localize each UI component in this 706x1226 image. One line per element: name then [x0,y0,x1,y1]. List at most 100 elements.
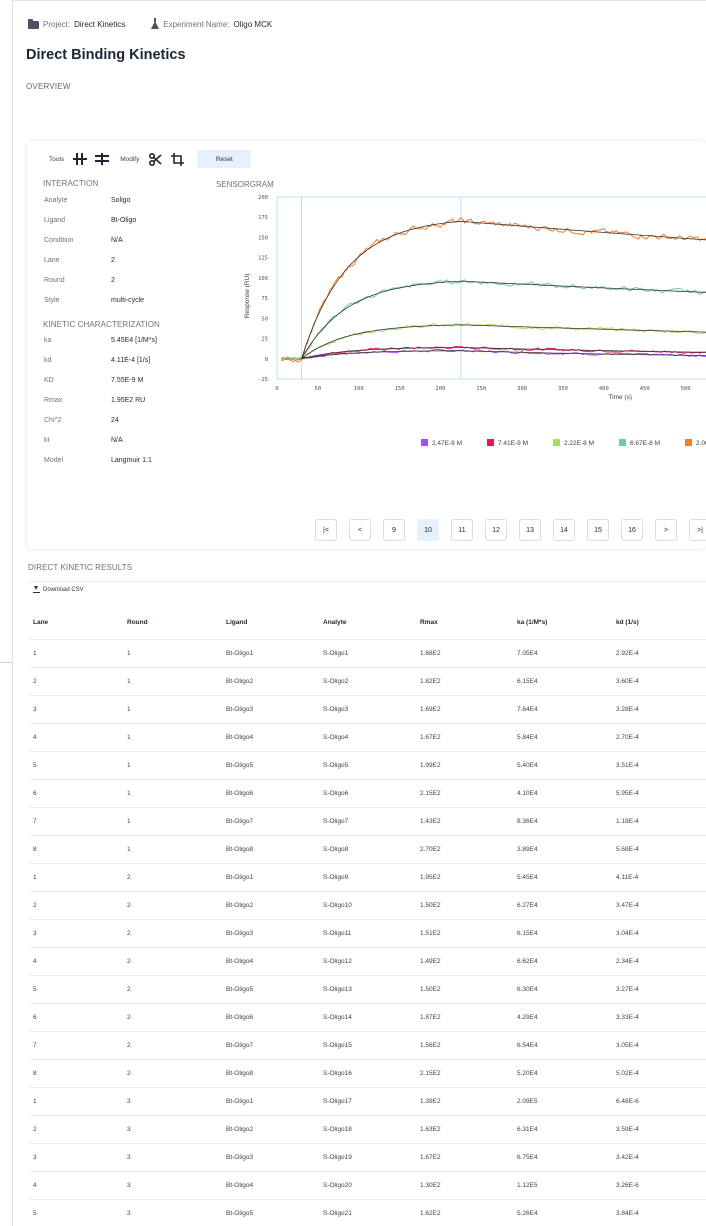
table-row[interactable]: 3 1 Bt-Oligo3 S-Oligo3 1.69E2 7.64E4 3.28E-4 [28,695,706,724]
table-cell: S-Oligo10 [323,891,420,920]
sensorgram-chart[interactable]: SENSORGRAM -25 0 25 50 75 100 125 150 175 200 0 50 1… [27,141,706,471]
experiment-label: Experiment Name: [163,20,230,29]
column-header[interactable]: Analyte [323,606,420,640]
table-cell: 1.51E2 [420,919,517,948]
table-row[interactable]: 5 3 Bt-Oligo5 S-Oligo21 1.62E2 5.26E4 3.84E-4 [28,1199,706,1226]
table-cell: 3 [127,1143,226,1172]
table-cell: Bt-Oligo2 [226,891,323,920]
overview-label: OVERVIEW [26,82,71,91]
table-cell: 1 [28,639,127,668]
table-row[interactable]: 3 3 Bt-Oligo3 S-Oligo19 1.67E2 6.75E4 3.42E-4 [28,1143,706,1172]
table-cell: S-Oligo7 [323,807,420,836]
table-cell: 1 [127,723,226,752]
last-page-button[interactable]: >| [689,519,706,541]
table-row[interactable]: 4 1 Bt-Oligo4 S-Oligo4 1.67E2 5.84E4 2.70E-4 [28,723,706,752]
table-cell: 1 [127,667,226,696]
y-axis-label: Response (RU) [244,274,251,319]
x-tick-label: 50 [315,386,322,392]
table-cell: 1 [28,863,127,892]
table-cell: 7 [28,1031,127,1060]
experiment-value[interactable]: Oligo MCK [234,20,273,29]
table-row[interactable]: 8 2 Bt-Oligo8 S-Oligo16 2.15E2 5.20E4 5.02E-4 [28,1059,706,1088]
column-header[interactable]: Ligand [226,606,323,640]
table-cell: 6.31E4 [517,1115,616,1144]
table-cell: S-Oligo4 [323,723,420,752]
page-button[interactable]: 13 [519,519,541,541]
column-header[interactable]: Lane [28,606,127,640]
prev-page-button[interactable]: < [349,519,371,541]
table-cell: 5.84E4 [517,723,616,752]
table-cell: 6.54E4 [517,1031,616,1060]
table-cell: 2.70E2 [420,835,517,864]
table-cell: 3.84E-4 [616,1199,706,1226]
table-cell: 5.45E4 [517,863,616,892]
table-cell: Bt-Oligo3 [226,1143,323,1172]
table-cell: 3.05E-4 [616,1031,706,1060]
table-cell: Bt-Oligo3 [226,919,323,948]
table-cell: Bt-Oligo5 [226,751,323,780]
table-cell: Bt-Oligo8 [226,835,323,864]
page-button[interactable]: 12 [485,519,507,541]
table-cell: 6.48E-6 [616,1087,706,1116]
table-cell: S-Oligo18 [323,1115,420,1144]
table-cell: 5.68E-4 [616,835,706,864]
page-button-active[interactable]: 10 [417,519,439,541]
table-row[interactable]: 4 3 Bt-Oligo4 S-Oligo20 1.30E2 1.12E5 3.26E-6 [28,1171,706,1200]
table-cell: S-Oligo13 [323,975,420,1004]
table-cell: 2.15E2 [420,1059,517,1088]
column-header[interactable]: Rmax [420,606,517,640]
table-cell: 1 [127,779,226,808]
y-tick-label: -25 [258,377,268,383]
table-cell: 6.75E4 [517,1143,616,1172]
table-cell: 2 [127,919,226,948]
table-cell: 2 [127,975,226,1004]
project-value[interactable]: Direct Kinetics [74,20,125,29]
column-header[interactable]: Round [127,606,226,640]
table-cell: 6 [28,779,127,808]
column-header[interactable]: kd (1/s) [616,606,706,640]
table-cell: 2 [127,1031,226,1060]
table-row[interactable]: 8 1 Bt-Oligo8 S-Oligo8 2.70E2 3.89E4 5.68E-4 [28,835,706,864]
table-row[interactable]: 5 2 Bt-Oligo5 S-Oligo13 1.50E2 6.30E4 3.27E-4 [28,975,706,1004]
y-tick-label: 50 [261,316,268,322]
table-cell: 1 [127,695,226,724]
table-row[interactable]: 1 2 Bt-Oligo1 S-Oligo9 1.95E2 5.45E4 4.11E-4 [28,863,706,892]
page-button[interactable]: 15 [587,519,609,541]
table-cell: 3 [28,695,127,724]
table-row[interactable]: 2 3 Bt-Oligo2 S-Oligo18 1.63E2 6.31E4 3.59E-4 [28,1115,706,1144]
table-cell: 4.11E-4 [616,863,706,892]
series-group [280,217,706,363]
column-header[interactable]: ka (1/M*s) [517,606,616,640]
table-row[interactable]: 2 1 Bt-Oligo2 S-Oligo2 1.82E2 6.15E4 3.60E-4 [28,667,706,696]
page-button[interactable]: 9 [383,519,405,541]
download-csv-button[interactable]: Download CSV [33,586,84,594]
x-tick-label: 400 [599,386,609,392]
page-title: Direct Binding Kinetics [26,47,186,63]
table-row[interactable]: 1 3 Bt-Oligo1 S-Oligo17 1.39E2 2.09E5 6.48E-6 [28,1087,706,1116]
table-row[interactable]: 1 1 Bt-Oligo1 S-Oligo1 1.68E2 7.05E4 2.92E-4 [28,639,706,668]
table-cell: S-Oligo5 [323,751,420,780]
table-cell: Bt-Oligo3 [226,695,323,724]
table-row[interactable]: 7 1 Bt-Oligo7 S-Oligo7 1.43E2 8.36E4 1.18E-4 [28,807,706,836]
page-button[interactable]: 11 [451,519,473,541]
page-button[interactable]: 16 [621,519,643,541]
next-page-button[interactable]: > [655,519,677,541]
legend-swatch [685,439,692,446]
first-page-button[interactable]: |< [315,519,337,541]
table-cell: 5.95E-4 [616,779,706,808]
table-cell: 8.36E4 [517,807,616,836]
table-cell: 4.10E4 [517,779,616,808]
table-row[interactable]: 7 2 Bt-Oligo7 S-Oligo15 1.56E2 6.54E4 3.05E-4 [28,1031,706,1060]
sensorgram-card: Tools Modify Reset INTERACTION Analyte So… [27,141,706,549]
x-axis-label: Time (s) [608,394,632,401]
table-row[interactable]: 6 1 Bt-Oligo6 S-Oligo6 2.15E2 4.10E4 5.95E-4 [28,779,706,808]
table-cell: Bt-Oligo4 [226,723,323,752]
table-row[interactable]: 2 2 Bt-Oligo2 S-Oligo10 1.50E2 6.27E4 3.47E-4 [28,891,706,920]
table-cell: 6.15E4 [517,919,616,948]
table-row[interactable]: 4 2 Bt-Oligo4 S-Oligo12 1.49E2 6.62E4 2.34E-4 [28,947,706,976]
table-row[interactable]: 5 1 Bt-Oligo5 S-Oligo5 1.99E2 5.40E4 3.51E-4 [28,751,706,780]
table-cell: S-Oligo17 [323,1087,420,1116]
table-row[interactable]: 6 2 Bt-Oligo6 S-Oligo14 1.87E2 4.29E4 3.33E-4 [28,1003,706,1032]
table-row[interactable]: 3 2 Bt-Oligo3 S-Oligo11 1.51E2 6.15E4 3.04E-4 [28,919,706,948]
page-button[interactable]: 14 [553,519,575,541]
